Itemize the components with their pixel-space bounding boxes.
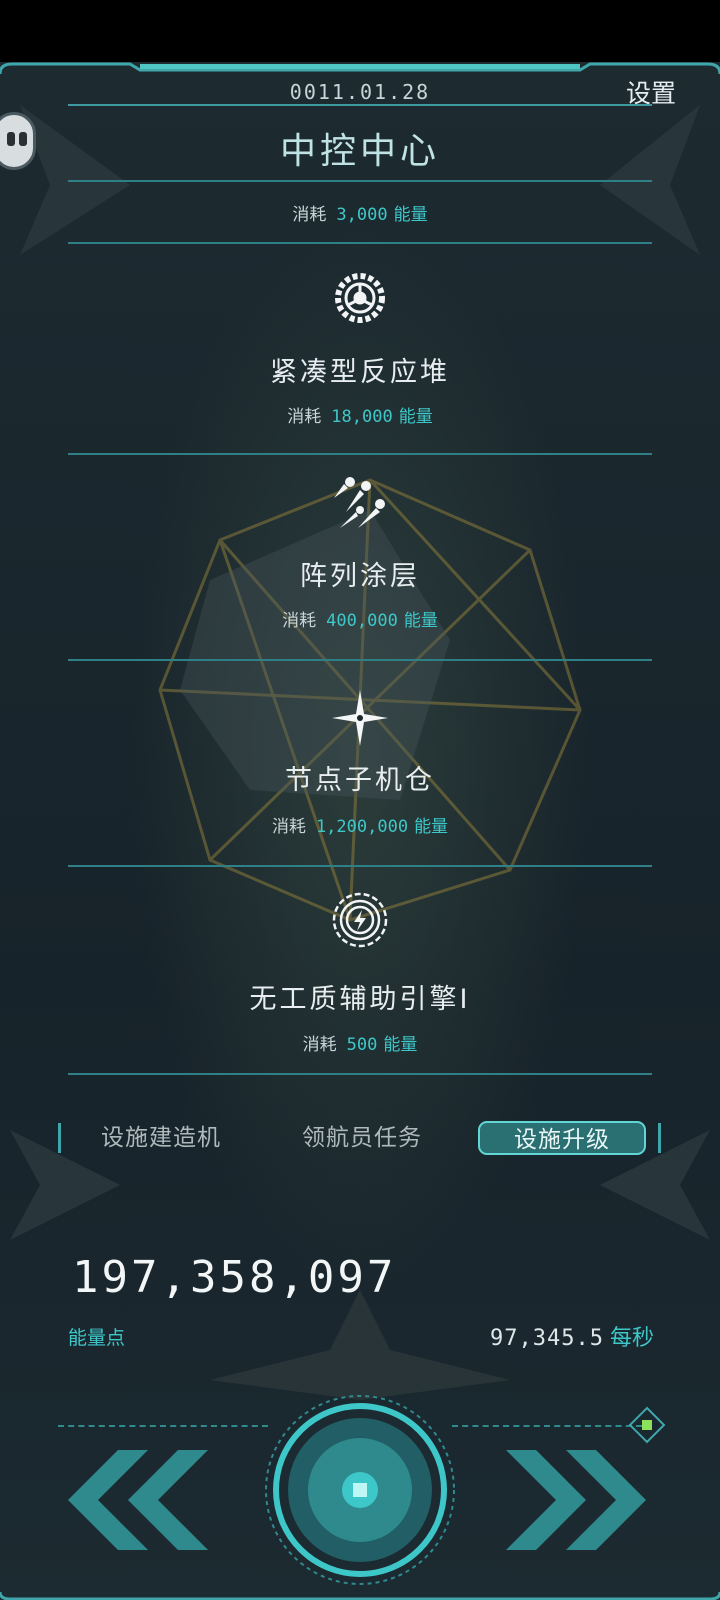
energy-rate: 97,345.5 每秒 (490, 1320, 654, 1352)
player-ship-silhouette (210, 1290, 510, 1400)
cost-unit: 能量 (383, 1035, 418, 1055)
cost-row: 消耗 3,000 能量 (0, 200, 720, 225)
divider (68, 865, 652, 867)
cost-value: 400,000 (326, 611, 398, 631)
bottom-frame (0, 1592, 720, 1600)
tab-bar-edge-right (658, 1123, 661, 1153)
upgrade-item-array-coating[interactable]: 阵列涂层 (0, 554, 720, 593)
tab-bar-edge-left (58, 1123, 61, 1153)
divider (68, 453, 652, 455)
upgrade-item-node-drone-bay[interactable]: 节点子机仓 (0, 758, 720, 797)
upgrade-item-propellantless-engine[interactable]: 无工质辅助引擎I (0, 977, 720, 1016)
tab-facility-builder[interactable]: 设施建造机 (76, 1121, 246, 1155)
divider (68, 180, 652, 182)
page-title: 中控中心 (279, 131, 440, 172)
dashed-guide-right (452, 1425, 642, 1427)
cost-unit: 能量 (403, 611, 438, 631)
tab-navigator-missions[interactable]: 领航员任务 (270, 1121, 454, 1155)
cost-label: 消耗 (282, 611, 317, 631)
top-frame (0, 62, 720, 75)
cost-label: 消耗 (302, 1035, 337, 1055)
item-title: 紧凑型反应堆 (270, 357, 450, 388)
energy-total: 197,358,097 (72, 1252, 397, 1303)
item-title: 无工质辅助引擎I (249, 984, 471, 1015)
cost-value: 3,000 (336, 205, 388, 225)
item-title: 阵列涂层 (300, 561, 420, 592)
cost-unit: 能量 (398, 407, 433, 427)
cost-row: 消耗 500 能量 (0, 1030, 720, 1055)
cost-value: 1,200,000 (315, 817, 409, 837)
lightning-gear-icon (332, 892, 388, 948)
energy-label: 能量点 (68, 1327, 126, 1349)
tab-facility-upgrade[interactable]: 设施升级 (478, 1121, 646, 1155)
sparkle-star-icon (332, 690, 388, 746)
cost-label: 消耗 (287, 407, 322, 427)
previous-arrow-icon[interactable] (68, 1450, 208, 1550)
dashed-guide-left (58, 1425, 268, 1427)
cost-value: 18,000 (331, 407, 393, 427)
upgrade-item-control-center[interactable]: 中控中心 (0, 122, 720, 174)
core-tap-button[interactable] (264, 1394, 456, 1586)
diamond-indicator-icon (628, 1406, 666, 1444)
next-arrow-icon[interactable] (506, 1450, 646, 1550)
tab-bar: 设施建造机 领航员任务 设施升级 (58, 1121, 662, 1155)
reactor-gear-icon (335, 273, 385, 323)
rate-value: 97,345.5 (490, 1326, 604, 1351)
divider (68, 1073, 652, 1075)
missile-array-icon (334, 477, 385, 528)
cost-label: 消耗 (292, 205, 327, 225)
cost-value: 500 (346, 1035, 378, 1055)
upgrade-item-compact-reactor[interactable]: 紧凑型反应堆 (0, 350, 720, 389)
divider (68, 659, 652, 661)
cost-row: 消耗 1,200,000 能量 (0, 812, 720, 837)
game-date: 0011.01.28 (289, 80, 431, 104)
cost-label: 消耗 (271, 817, 306, 837)
header-divider (68, 104, 652, 106)
cost-row: 消耗 400,000 能量 (0, 606, 720, 631)
cost-unit: 能量 (414, 817, 449, 837)
cost-row: 消耗 18,000 能量 (0, 402, 720, 427)
status-bar-area (0, 0, 720, 62)
item-title: 节点子机仓 (285, 765, 435, 796)
divider (68, 242, 652, 244)
cost-unit: 能量 (393, 205, 428, 225)
rate-unit: 每秒 (609, 1326, 654, 1351)
